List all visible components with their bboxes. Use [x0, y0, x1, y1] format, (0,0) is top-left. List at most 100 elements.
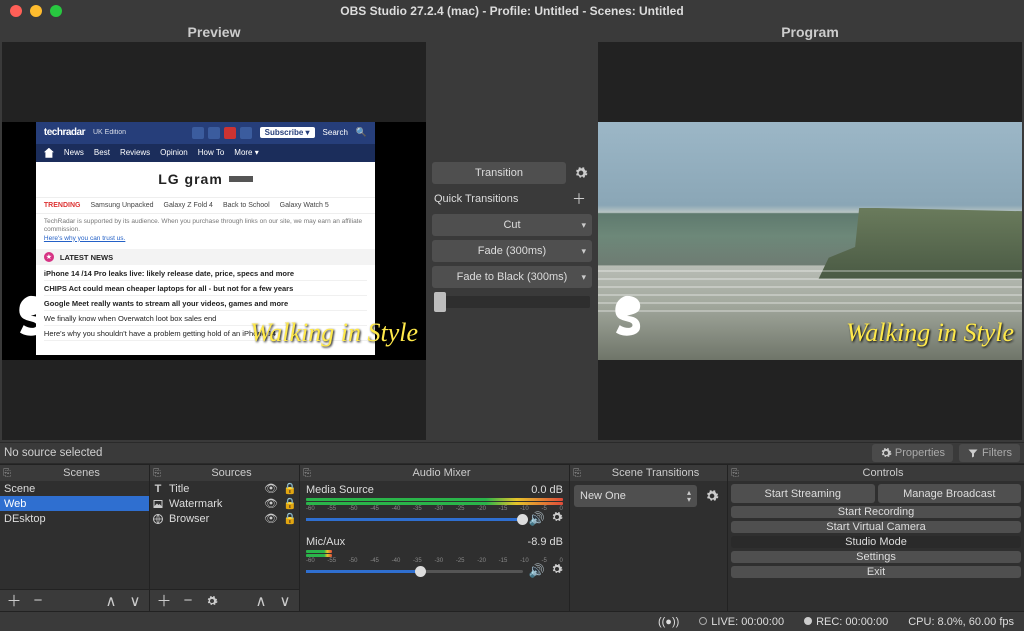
- volume-slider[interactable]: [306, 567, 523, 575]
- preview-canvas[interactable]: techradar UK Edition Subscribe ▾ Search …: [2, 42, 426, 440]
- text-source-icon: T: [152, 483, 164, 495]
- image-source-icon: [152, 498, 164, 510]
- connection-icon: ((●)): [658, 616, 679, 628]
- twitter-icon: [208, 127, 220, 139]
- start-streaming-button[interactable]: Start Streaming: [731, 484, 875, 503]
- controls-title: Controls: [742, 467, 1024, 479]
- lock-toggle[interactable]: 🔒: [283, 497, 297, 510]
- obs-window: OBS Studio 27.2.4 (mac) - Profile: Untit…: [0, 0, 1024, 631]
- lock-toggle[interactable]: 🔒: [283, 512, 297, 525]
- zoom-window-button[interactable]: [50, 5, 62, 17]
- add-quick-transition-button[interactable]: ＋: [568, 188, 590, 210]
- settings-button[interactable]: Settings: [731, 551, 1021, 563]
- source-properties-button[interactable]: [204, 593, 220, 609]
- scenes-list[interactable]: Scene Web DEsktop: [0, 481, 149, 589]
- vu-meter: -60-55-50-45-40-35-30-25-20-15-10-50: [306, 550, 563, 558]
- dock-handle-icon[interactable]: ⎘: [150, 466, 164, 480]
- rss-icon: [240, 127, 252, 139]
- home-icon: [44, 148, 54, 158]
- volume-slider[interactable]: [306, 515, 523, 523]
- latest-news-header: ★ LATEST NEWS: [36, 249, 375, 265]
- remove-source-button[interactable]: −: [180, 593, 196, 609]
- transition-settings-button[interactable]: [570, 162, 592, 184]
- dock-handle-icon[interactable]: ⎘: [0, 466, 14, 480]
- exit-button[interactable]: Exit: [731, 566, 1021, 578]
- filters-button[interactable]: Filters: [959, 444, 1020, 462]
- preview-pane: Preview techradar UK Edition: [0, 22, 428, 442]
- dock-handle-icon[interactable]: ⎘: [570, 466, 584, 480]
- sources-dock: ⎘Sources T Title 👁 🔒 Watermark 👁 🔒 Brows…: [150, 465, 300, 611]
- lock-toggle[interactable]: 🔒: [283, 482, 297, 495]
- move-source-down-button[interactable]: ∨: [277, 593, 293, 609]
- sources-list[interactable]: T Title 👁 🔒 Watermark 👁 🔒 Browser 👁 🔒: [150, 481, 299, 589]
- start-recording-button[interactable]: Start Recording: [731, 506, 1021, 518]
- source-item[interactable]: T Title 👁 🔒: [150, 481, 299, 496]
- quick-transition-fade[interactable]: Fade (300ms)▾: [432, 240, 592, 262]
- traffic-lights: [0, 5, 62, 17]
- source-item[interactable]: Browser 👁 🔒: [150, 511, 299, 526]
- window-title: OBS Studio 27.2.4 (mac) - Profile: Untit…: [0, 4, 1024, 18]
- scene-transitions-dock: ⎘Scene Transitions New One ▴▾: [570, 465, 728, 611]
- titlebar: OBS Studio 27.2.4 (mac) - Profile: Untit…: [0, 0, 1024, 22]
- web-logo: techradar: [44, 127, 85, 138]
- move-scene-up-button[interactable]: ∧: [103, 593, 119, 609]
- quick-transition-fade-to-black[interactable]: Fade to Black (300ms)▾: [432, 266, 592, 288]
- live-status: LIVE: 00:00:00: [699, 616, 784, 628]
- preview-label: Preview: [0, 22, 428, 42]
- scene-item[interactable]: Web: [0, 496, 149, 511]
- minimize-window-button[interactable]: [30, 5, 42, 17]
- dock-handle-icon[interactable]: ⎘: [728, 466, 742, 480]
- scenes-title: Scenes: [14, 467, 149, 479]
- rec-status: REC: 00:00:00: [804, 616, 888, 628]
- visibility-toggle[interactable]: 👁: [264, 497, 278, 510]
- news-item: Google Meet really wants to stream all y…: [44, 299, 367, 311]
- web-nav: News Best Reviews Opinion How To More ▾: [36, 144, 375, 162]
- web-socials: [192, 127, 252, 139]
- news-item: CHIPS Act could mean cheaper laptops for…: [44, 284, 367, 296]
- scene-item[interactable]: DEsktop: [0, 511, 149, 526]
- close-window-button[interactable]: [10, 5, 22, 17]
- transition-column: Transition Quick Transitions ＋ Cut▾ Fade…: [428, 162, 596, 442]
- audio-channel: Mic/Aux-8.9 dB -60-55-50-45-40-35-30-25-…: [300, 533, 569, 585]
- scene-transition-settings-button[interactable]: [701, 485, 723, 507]
- manage-broadcast-button[interactable]: Manage Broadcast: [878, 484, 1022, 503]
- trending-row: TRENDING Samsung Unpacked Galaxy Z Fold …: [36, 198, 375, 214]
- add-scene-button[interactable]: ＋: [6, 593, 22, 609]
- remove-scene-button[interactable]: −: [30, 593, 46, 609]
- program-canvas[interactable]: Walking in Style: [598, 42, 1022, 440]
- move-scene-down-button[interactable]: ∨: [127, 593, 143, 609]
- program-pane: Program Walking in Style: [596, 22, 1024, 442]
- scene-transition-select[interactable]: New One ▴▾: [574, 485, 697, 507]
- vu-meter: -60-55-50-45-40-35-30-25-20-15-10-50: [306, 498, 563, 506]
- move-source-up-button[interactable]: ∧: [253, 593, 269, 609]
- source-item[interactable]: Watermark 👁 🔒: [150, 496, 299, 511]
- search-icon: 🔍: [356, 127, 367, 138]
- audio-mixer-dock: ⎘Audio Mixer Media Source0.0 dB -60-55-5…: [300, 465, 570, 611]
- sources-title: Sources: [164, 467, 299, 479]
- bottom-status-bar: ((●)) LIVE: 00:00:00 REC: 00:00:00 CPU: …: [0, 611, 1024, 631]
- disclaimer: TechRadar is supported by its audience. …: [36, 214, 375, 249]
- visibility-toggle[interactable]: 👁: [264, 512, 278, 525]
- cpu-status: CPU: 8.0%, 60.00 fps: [908, 616, 1014, 628]
- visibility-toggle[interactable]: 👁: [264, 482, 278, 495]
- transition-button[interactable]: Transition: [432, 162, 566, 184]
- program-content: Walking in Style: [598, 122, 1022, 361]
- audio-channel: Media Source0.0 dB -60-55-50-45-40-35-30…: [300, 481, 569, 533]
- news-item: iPhone 14 /14 Pro leaks live: likely rel…: [44, 269, 367, 281]
- add-source-button[interactable]: ＋: [156, 593, 172, 609]
- subscribe-button: Subscribe ▾: [260, 127, 315, 138]
- dock-handle-icon[interactable]: ⎘: [300, 466, 314, 480]
- program-label: Program: [596, 22, 1024, 42]
- watermark-logo: [12, 294, 50, 338]
- properties-button[interactable]: Properties: [872, 444, 953, 462]
- quick-transition-cut[interactable]: Cut▾: [432, 214, 592, 236]
- source-toolbar: No source selected Properties Filters: [0, 442, 1024, 464]
- selected-source-label: No source selected: [4, 447, 102, 459]
- scene-transitions-title: Scene Transitions: [584, 467, 727, 479]
- studio-mode-button[interactable]: Studio Mode: [731, 536, 1021, 548]
- start-virtual-camera-button[interactable]: Start Virtual Camera: [731, 521, 1021, 533]
- docks-row: ⎘Scenes Scene Web DEsktop ＋ − ∧ ∨ ⎘Sourc…: [0, 464, 1024, 611]
- scene-item[interactable]: Scene: [0, 481, 149, 496]
- preview-content: techradar UK Edition Subscribe ▾ Search …: [2, 122, 426, 361]
- t-bar[interactable]: [432, 292, 592, 340]
